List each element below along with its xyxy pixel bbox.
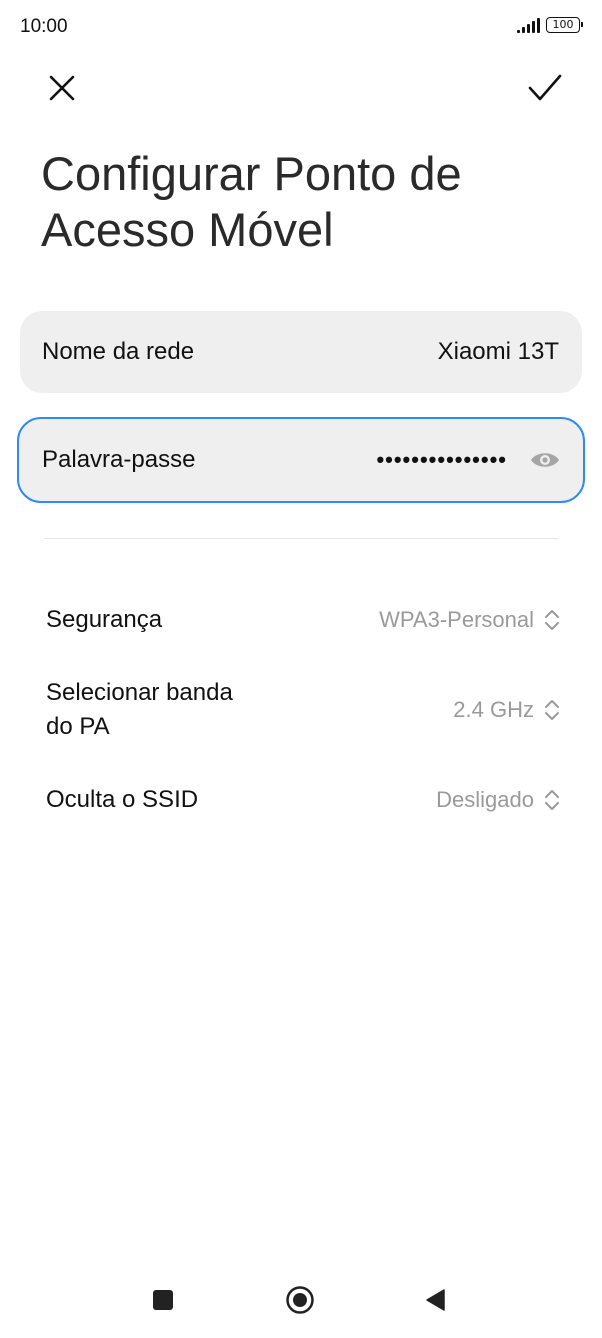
network-name-field[interactable]: Nome da rede Xiaomi 13T (20, 311, 582, 393)
password-field[interactable]: Palavra-passe ••••••••••••••• (17, 417, 585, 503)
hide-ssid-value: Desligado (436, 787, 534, 812)
band-selector[interactable]: 2.4 GHz (453, 697, 560, 723)
password-input-group: ••••••••••••••• (376, 447, 561, 473)
battery-icon: 100 (546, 17, 583, 33)
check-icon (528, 74, 562, 101)
eye-icon[interactable] (529, 450, 561, 470)
band-setting[interactable]: Selecionar banda do PA 2.4 GHz (46, 676, 560, 744)
security-selector[interactable]: WPA3-Personal (379, 607, 560, 633)
hide-ssid-label: Oculta o SSID (46, 786, 199, 813)
hotspot-config-screen: 10:00 100 Configurar Ponto de Acesso Móv… (0, 0, 602, 1338)
chevron-updown-icon (545, 790, 559, 810)
confirm-button[interactable] (523, 66, 567, 110)
chevron-updown-icon (545, 610, 559, 630)
status-bar: 10:00 100 (0, 0, 602, 56)
signal-icon (517, 17, 540, 33)
back-button[interactable] (415, 1280, 455, 1320)
hide-ssid-setting[interactable]: Oculta o SSID Desligado (46, 766, 560, 834)
security-setting[interactable]: Segurança WPA3-Personal (46, 600, 560, 640)
password-label: Palavra-passe (42, 446, 196, 473)
status-icons: 100 (517, 17, 583, 33)
circle-icon (286, 1286, 314, 1314)
password-input[interactable]: ••••••••••••••• (376, 447, 507, 473)
triangle-back-icon (426, 1289, 445, 1311)
status-time: 10:00 (20, 16, 68, 37)
network-name-value[interactable]: Xiaomi 13T (438, 338, 559, 366)
page-title: Configurar Ponto de Acesso Móvel (41, 147, 462, 256)
security-value: WPA3-Personal (379, 607, 534, 632)
close-button[interactable] (40, 66, 84, 110)
divider (44, 538, 558, 539)
home-button[interactable] (280, 1280, 320, 1320)
chevron-updown-icon (545, 700, 559, 720)
security-label: Segurança (46, 606, 163, 633)
network-name-label: Nome da rede (42, 338, 195, 365)
recent-apps-button[interactable] (143, 1280, 183, 1320)
square-icon (153, 1290, 173, 1310)
battery-level: 100 (552, 18, 574, 31)
close-icon (49, 75, 75, 101)
band-value: 2.4 GHz (453, 697, 534, 722)
hide-ssid-selector[interactable]: Desligado (436, 787, 560, 813)
band-label: Selecionar banda do PA (46, 679, 233, 740)
